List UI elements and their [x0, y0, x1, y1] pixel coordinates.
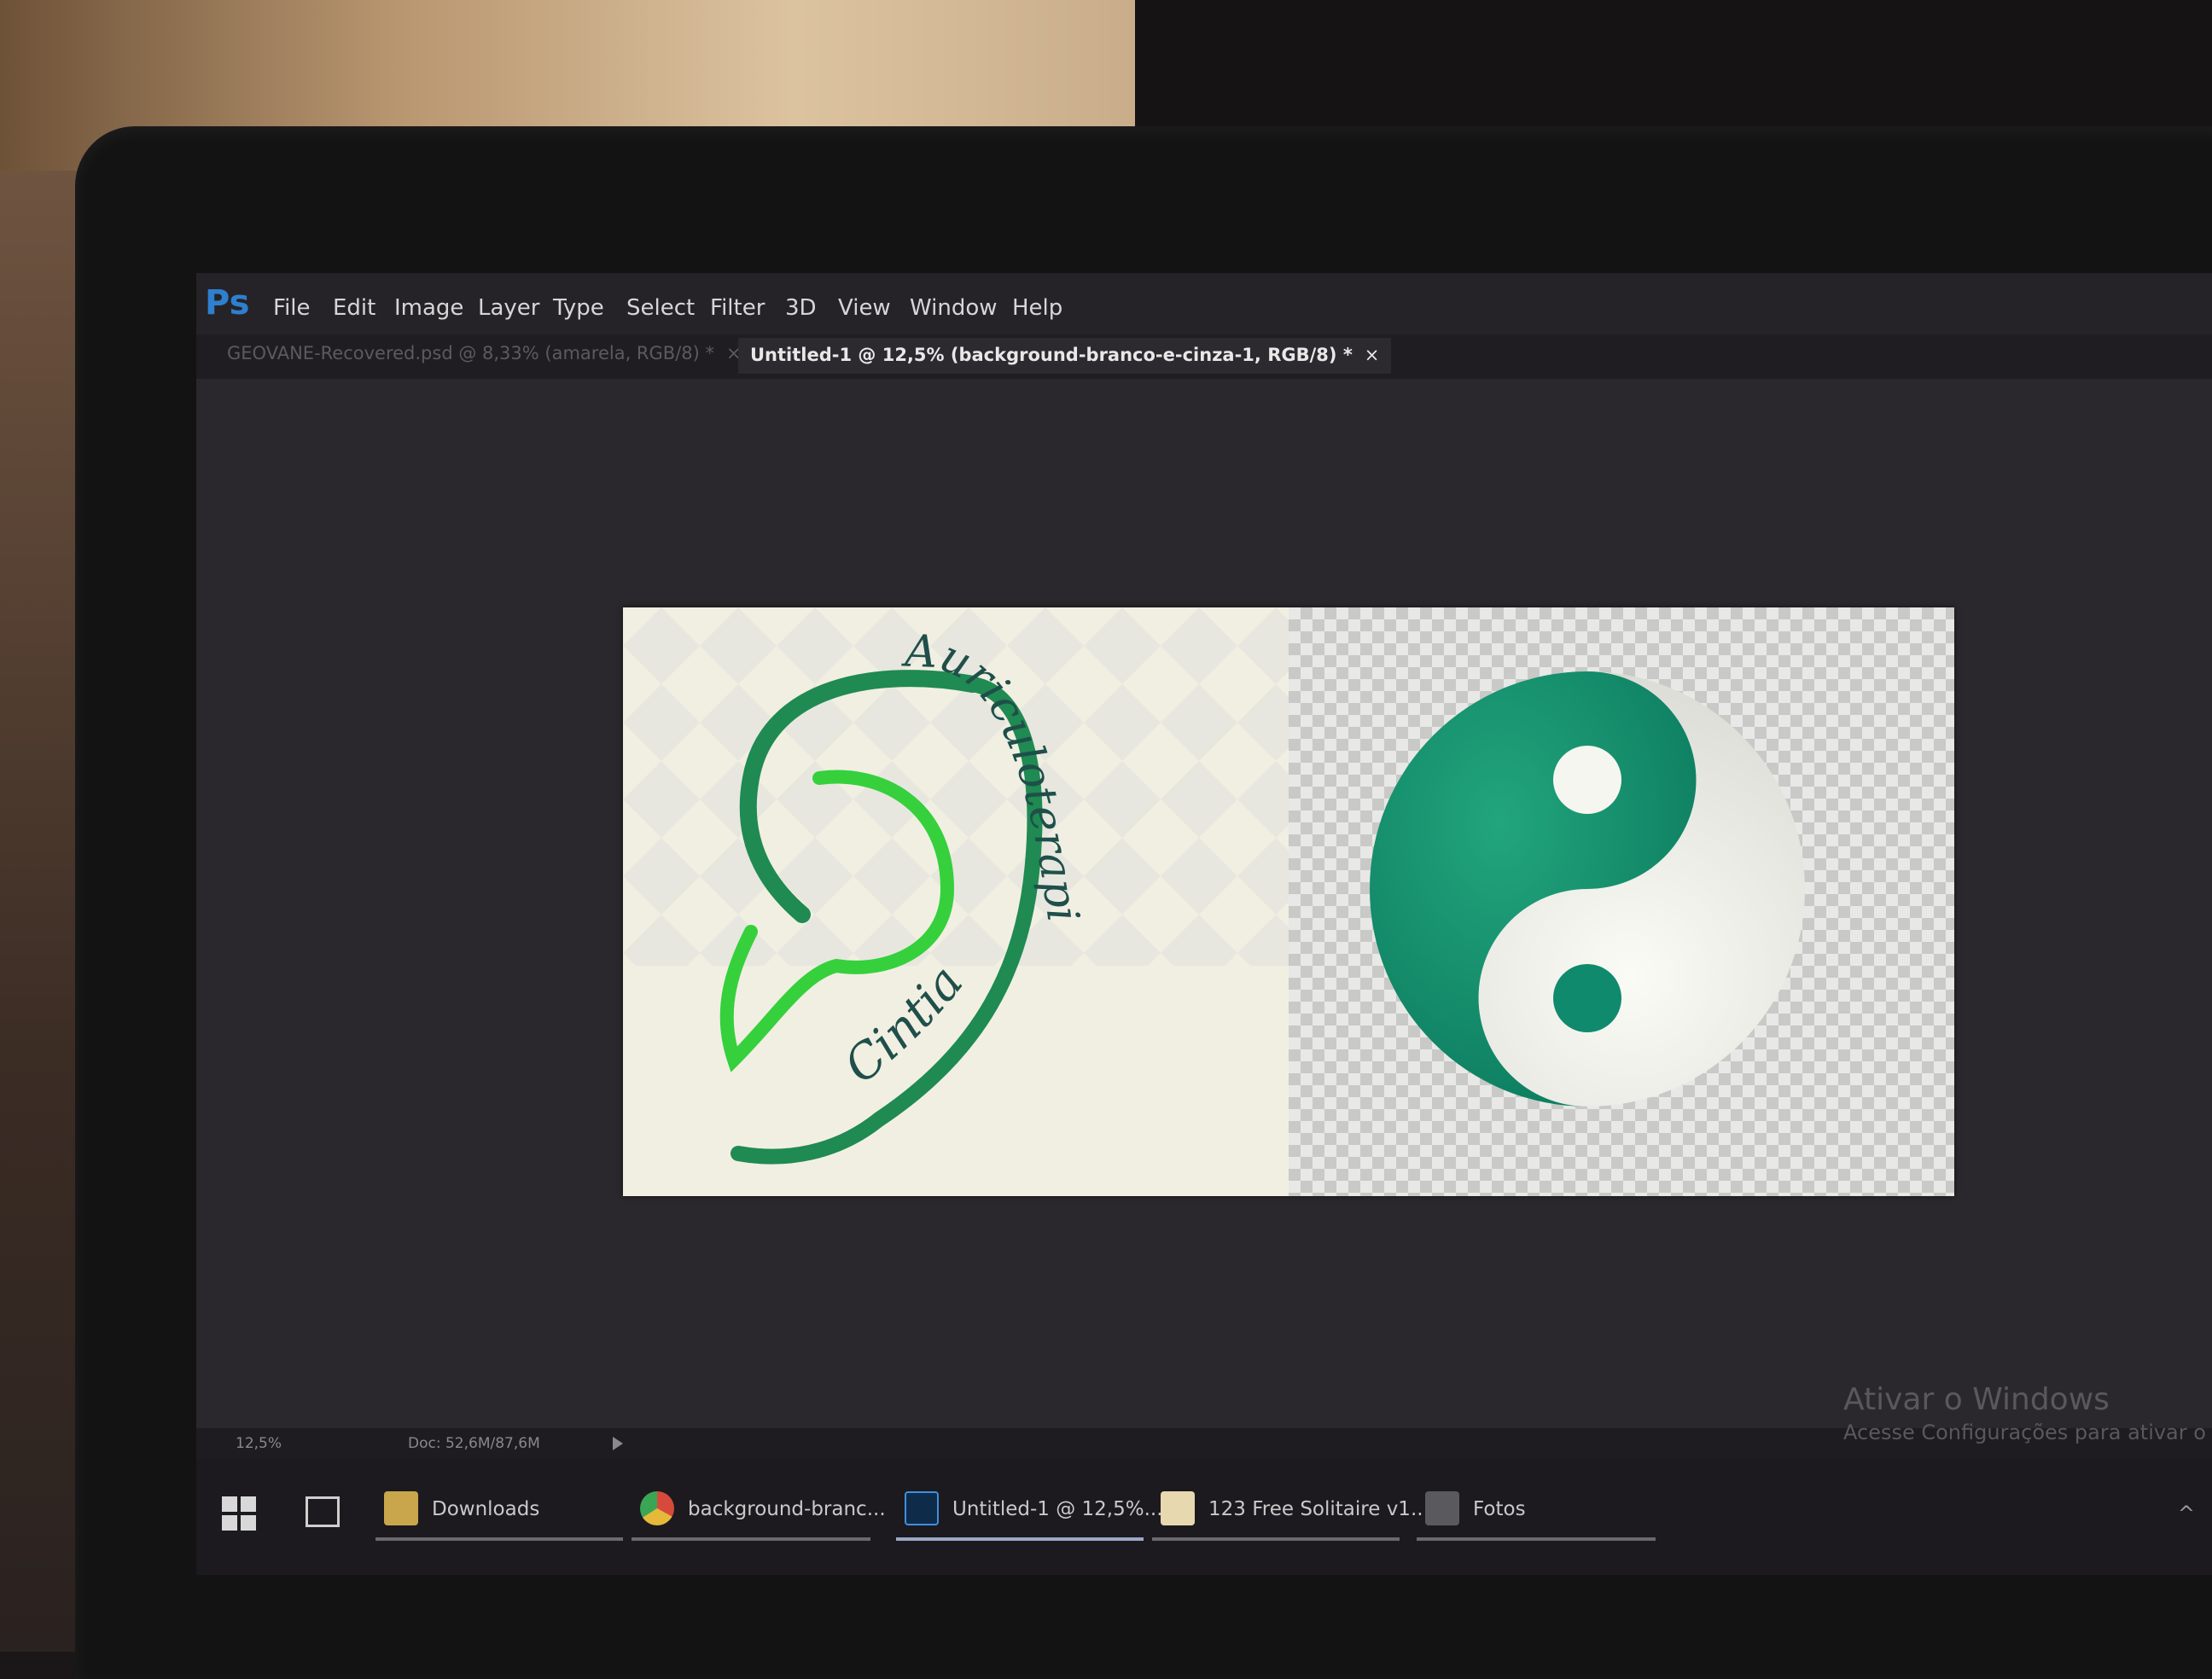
tab-title: Untitled-1 @ 12,5% (background-branco-e-… [750, 345, 1353, 365]
watermark-title: Ativar o Windows [1843, 1382, 2110, 1417]
screen: Ps File Edit Image Layer Type Select Fil… [196, 273, 2212, 1575]
taskbar-item-chrome[interactable]: background-branc... [632, 1484, 888, 1544]
menu-filter[interactable]: Filter [710, 295, 765, 321]
logo-name: Cintia [834, 956, 974, 1095]
transparent-layer [1289, 607, 1954, 1196]
menu-image[interactable]: Image [394, 295, 463, 321]
yin-yang-icon [1370, 671, 1805, 1107]
doc-size: Doc: 52,6M/87,6M [408, 1435, 540, 1452]
solitaire-icon [1161, 1491, 1195, 1525]
menu-edit[interactable]: Edit [333, 295, 375, 321]
menu-help[interactable]: Help [1012, 295, 1062, 321]
tab-geovane[interactable]: GEOVANE-Recovered.psd @ 8,33% (amarela, … [227, 343, 742, 363]
taskbar-label: background-branc... [688, 1498, 886, 1520]
taskbar-label: 123 Free Solitaire v1... [1208, 1498, 1429, 1520]
chevron-up-icon[interactable]: ^ [2178, 1502, 2195, 1525]
taskbar-item-solitaire[interactable]: 123 Free Solitaire v1... [1152, 1484, 1429, 1544]
status-menu-arrow-icon[interactable] [613, 1437, 623, 1450]
ear-logo: Auriculoterapia Cintia [623, 607, 1289, 1196]
system-tray[interactable]: ^ [2178, 1502, 2195, 1525]
activate-windows-watermark: Ativar o Windows Acesse Configurações pa… [1843, 1382, 2206, 1444]
taskbar-item-photoshop[interactable]: Untitled-1 @ 12,5%... [896, 1484, 1163, 1544]
menu-type[interactable]: Type [553, 295, 604, 321]
menu-layer[interactable]: Layer [478, 295, 540, 321]
task-view-icon[interactable] [306, 1496, 340, 1527]
menu-file[interactable]: File [273, 295, 311, 321]
watermark-subtitle: Acesse Configurações para ativar o [1843, 1420, 2206, 1444]
taskbar-label: Untitled-1 @ 12,5%... [952, 1498, 1163, 1520]
photos-icon [1425, 1491, 1459, 1525]
menu-3d[interactable]: 3D [785, 295, 817, 321]
folder-icon [384, 1491, 418, 1525]
menu-view[interactable]: View [838, 295, 891, 321]
canvas-workspace[interactable]: Auriculoterapia Cintia [196, 379, 2212, 1428]
background-side [0, 171, 85, 1652]
chrome-icon [640, 1491, 674, 1525]
document-tabs: GEOVANE-Recovered.psd @ 8,33% (amarela, … [196, 334, 2212, 448]
taskbar-item-fotos[interactable]: Fotos [1417, 1484, 1664, 1544]
windows-start-icon[interactable] [222, 1496, 256, 1531]
menu-bar: Ps File Edit Image Layer Type Select Fil… [196, 273, 2212, 334]
taskbar-label: Downloads [432, 1498, 540, 1520]
ear-logo-graphic: Auriculoterapia Cintia [623, 607, 1289, 1165]
menu-select[interactable]: Select [626, 295, 695, 321]
taskbar-item-downloads[interactable]: Downloads [375, 1484, 623, 1544]
photoshop-logo: Ps [205, 283, 250, 322]
close-icon[interactable]: × [1365, 345, 1380, 365]
menu-window[interactable]: Window [910, 295, 998, 321]
photoshop-icon [905, 1491, 939, 1525]
tab-untitled-1[interactable]: Untitled-1 @ 12,5% (background-branco-e-… [738, 338, 1392, 374]
document-canvas[interactable]: Auriculoterapia Cintia [623, 607, 1954, 1196]
taskbar: Downloads background-branc... Untitled-1… [196, 1459, 2212, 1575]
tab-title: GEOVANE-Recovered.psd @ 8,33% (amarela, … [227, 343, 714, 363]
zoom-level[interactable]: 12,5% [236, 1435, 282, 1452]
taskbar-label: Fotos [1473, 1498, 1526, 1520]
